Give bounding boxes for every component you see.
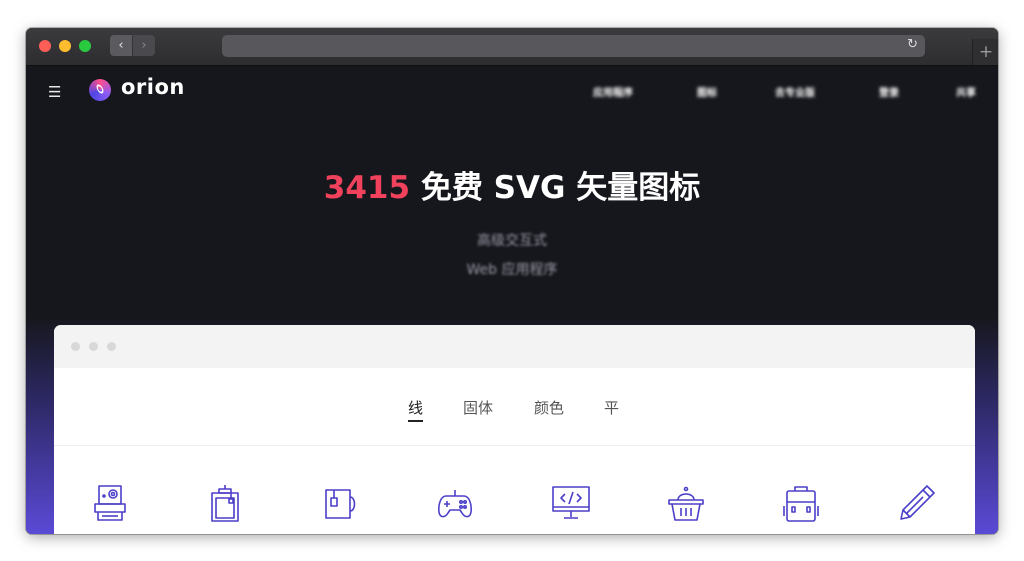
subtitle-line-2: Web 应用程序 [466,262,558,278]
subtitle-line-1: 高级交互式 [477,233,547,249]
pencil-icon[interactable] [896,482,938,524]
zoom-window-button[interactable] [79,40,91,52]
icon-preview-card: 线 固体 颜色 平 [54,325,975,534]
address-bar[interactable]: ↻ [222,35,925,57]
logo-text[interactable]: orion [121,75,185,99]
reload-icon[interactable]: ↻ [907,37,918,52]
tab-color[interactable]: 颜色 [534,397,564,418]
minimize-window-button[interactable] [59,40,71,52]
nav-link-login[interactable]: 登录 [879,84,899,99]
nav-link-apps[interactable]: 应用程序 [593,84,633,99]
new-tab-button[interactable]: + [972,39,998,65]
tab-flat[interactable]: 平 [604,397,619,418]
orion-logo-icon[interactable] [89,79,111,101]
close-window-button[interactable] [39,40,51,52]
tea-bag-icon[interactable] [204,482,246,524]
page-content: ☰ orion 应用程序 图标 去专业版 登录 共享 3415 免费 SVG 矢… [26,66,998,534]
tab-solid[interactable]: 固体 [463,397,493,418]
icon-count: 3415 [323,170,411,206]
shopping-basket-icon[interactable] [665,482,707,524]
browser-titlebar: ‹ › ↻ + [26,28,998,66]
nav-link-share[interactable]: 共享 [956,84,976,99]
card-dot [107,342,116,351]
printer-icon[interactable] [89,482,131,524]
nav-link-pro[interactable]: 去专业版 [775,84,815,99]
backpack-icon[interactable] [780,482,822,524]
code-monitor-icon[interactable] [550,482,592,524]
back-button[interactable]: ‹ [110,35,132,56]
divider [54,445,975,446]
browser-window: ‹ › ↻ + ☰ orion 应用程序 图标 去专业版 登录 共享 3415 … [26,28,998,534]
card-dot [71,342,80,351]
tab-line[interactable]: 线 [408,397,424,422]
tea-mug-icon[interactable] [319,482,361,524]
nav-link-icons[interactable]: 图标 [697,84,717,99]
style-tabs: 线 固体 颜色 平 [54,397,975,422]
page-title-text: 免费 SVG 矢量图标 [410,170,701,206]
gamepad-icon[interactable] [434,482,476,524]
card-titlebar [54,325,975,368]
forward-button[interactable]: › [133,35,155,56]
card-dot [89,342,98,351]
page-title: 3415 免费 SVG 矢量图标 [26,162,998,207]
menu-icon[interactable]: ☰ [48,83,61,101]
